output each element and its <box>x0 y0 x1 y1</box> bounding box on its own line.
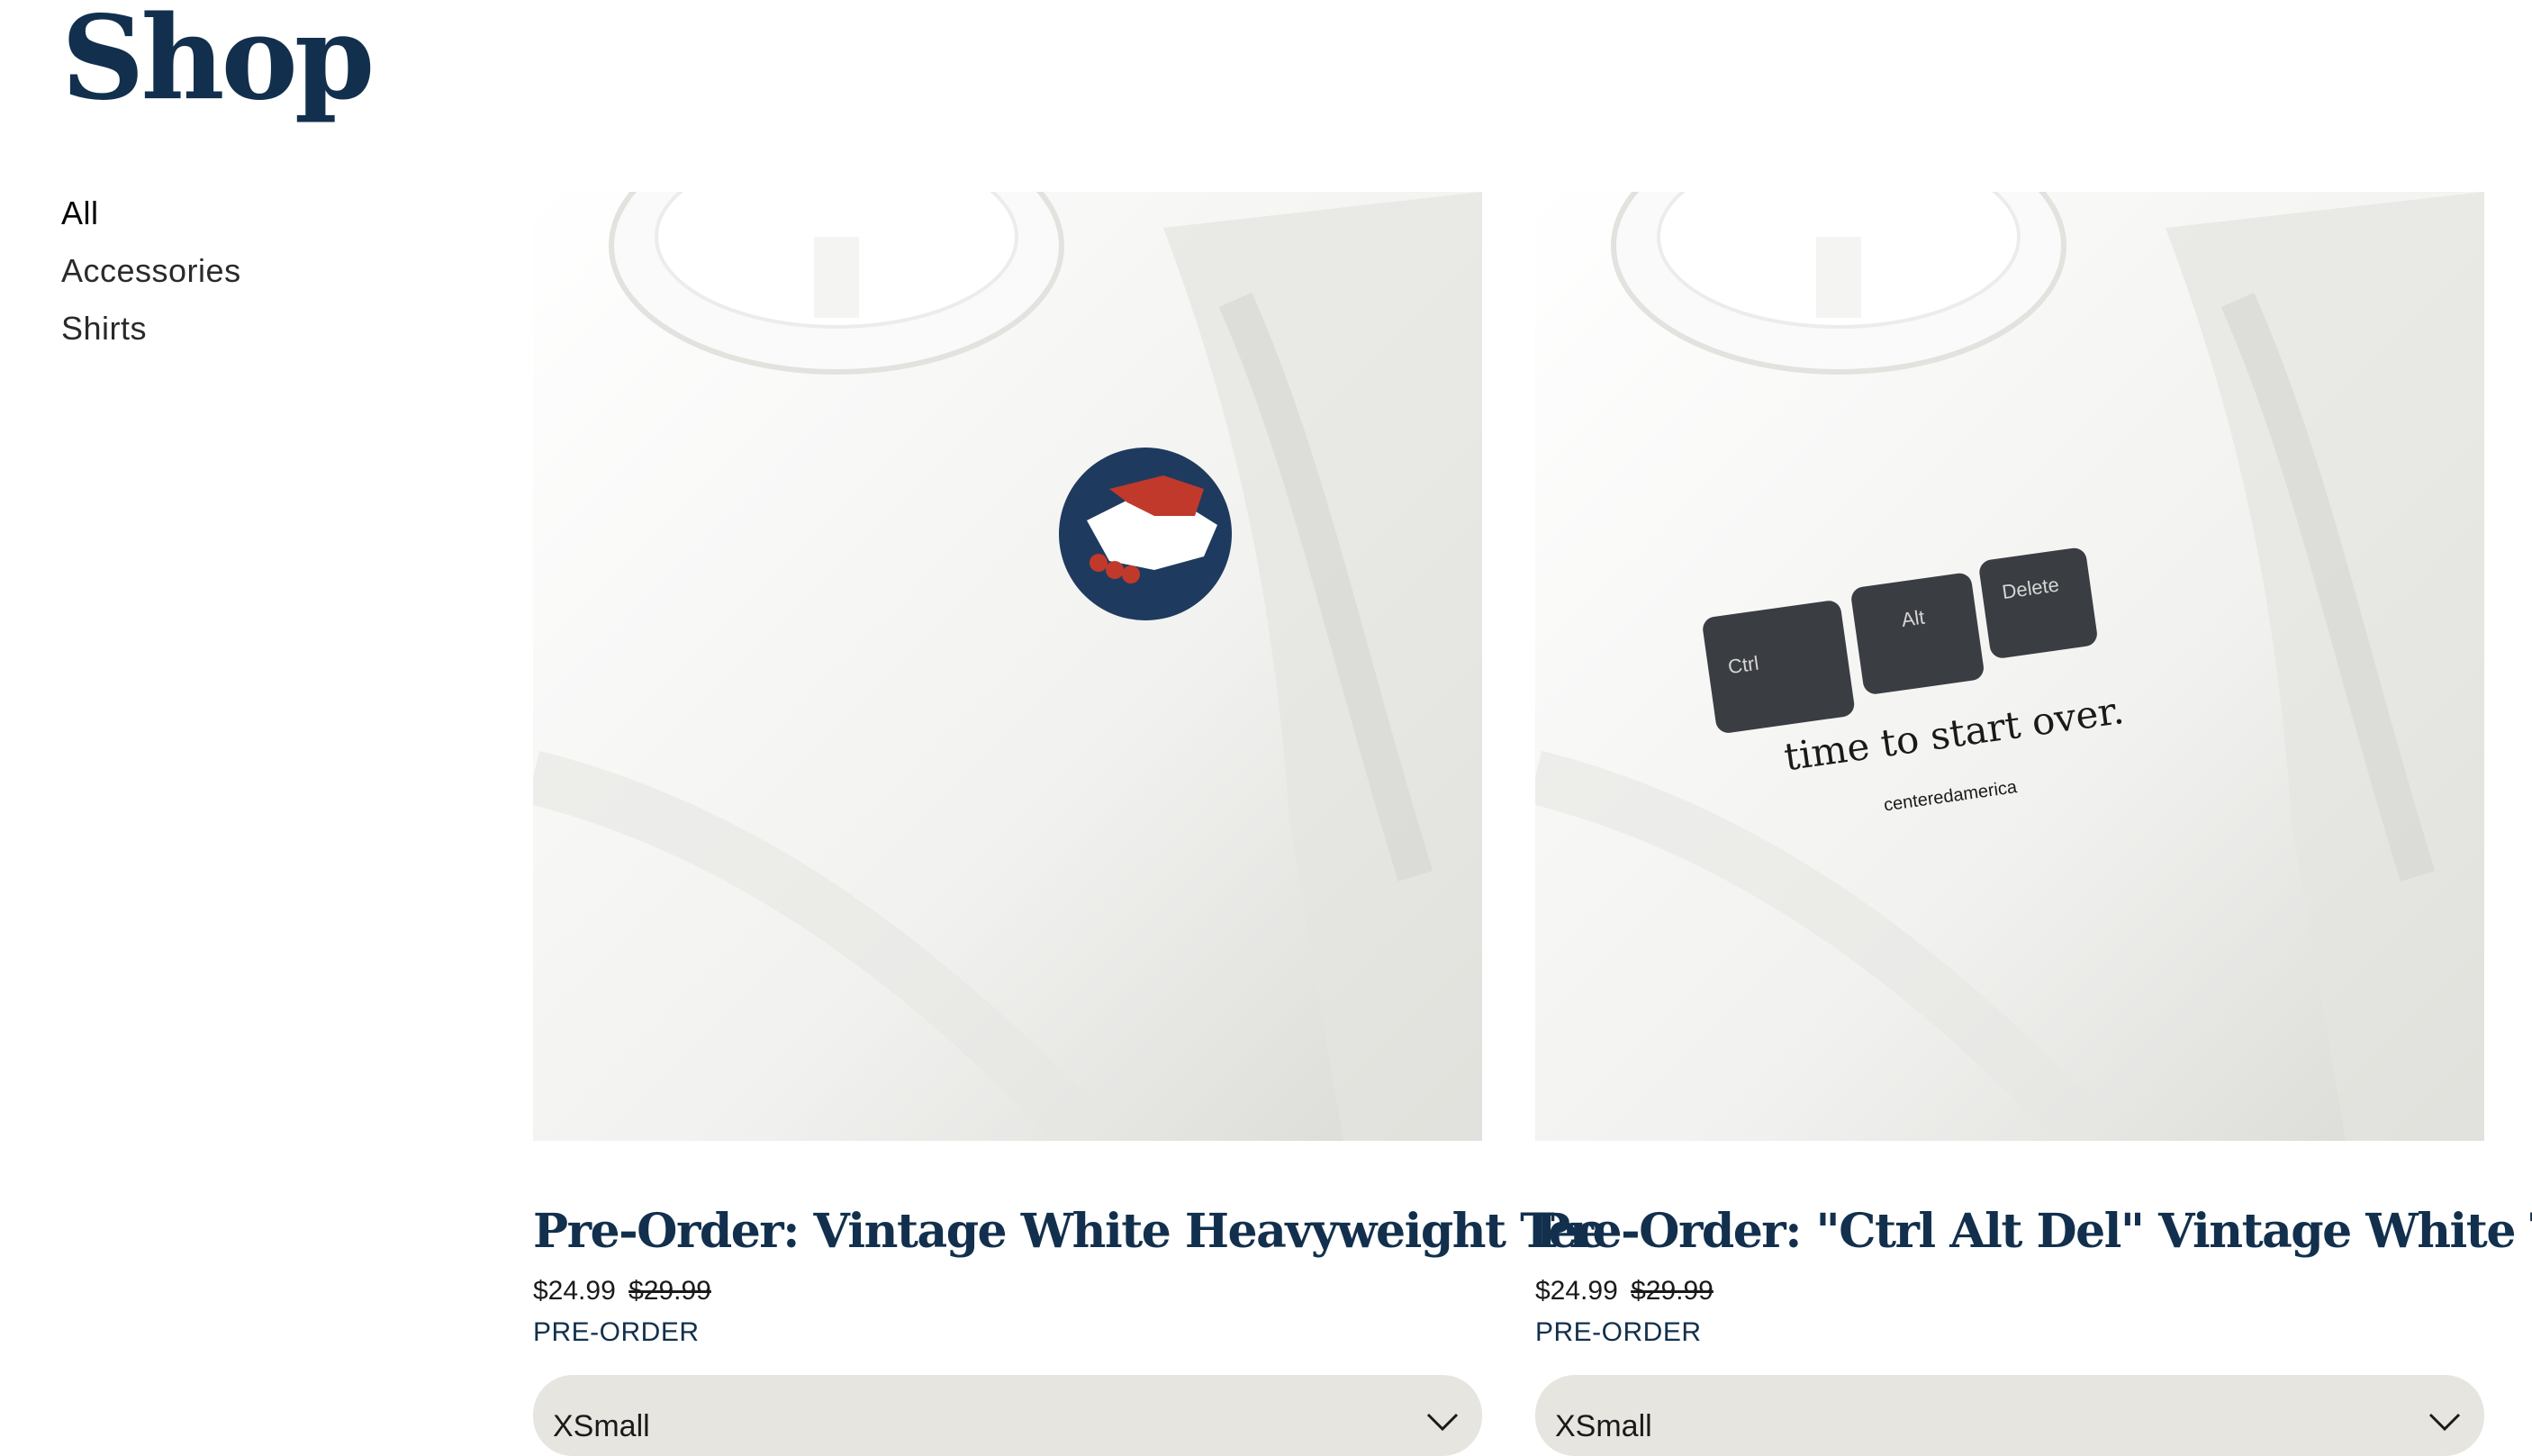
product-name[interactable]: Pre-Order: Vintage White Heavyweight Tee <box>533 1204 1606 1260</box>
product-card[interactable]: Pre-Order: Vintage White Heavyweight Tee… <box>533 192 1606 1456</box>
category-nav: All Accessories Shirts <box>61 185 241 357</box>
category-all[interactable]: All <box>61 185 241 242</box>
price-row: $24.99 $29.99 <box>1535 1276 2484 1307</box>
key-alt: Alt <box>1900 606 1926 631</box>
product-card[interactable]: Ctrl Alt Delete time to start over. cent… <box>1535 192 2532 1456</box>
tshirt-image <box>533 192 1482 1141</box>
compare-price: $29.99 <box>628 1276 711 1307</box>
tshirt-image: Ctrl Alt Delete time to start over. cent… <box>1535 192 2484 1141</box>
handshake-logo <box>1059 448 1232 620</box>
chevron-down-icon <box>1426 1414 1459 1432</box>
product-image[interactable]: Ctrl Alt Delete time to start over. cent… <box>1535 192 2484 1141</box>
category-shirts[interactable]: Shirts <box>61 300 241 357</box>
chevron-down-icon <box>2428 1414 2461 1432</box>
size-value: XSmall <box>1555 1409 1652 1444</box>
price: $24.99 <box>1535 1276 1618 1307</box>
price-row: $24.99 $29.99 <box>533 1276 1482 1307</box>
preorder-badge: PRE-ORDER <box>1535 1317 1702 1348</box>
compare-price: $29.99 <box>1631 1276 1714 1307</box>
page-title: Shop <box>61 0 375 126</box>
product-name[interactable]: Pre-Order: "Ctrl Alt Del" Vintage White … <box>1535 1204 2532 1260</box>
size-select[interactable]: XSmall <box>1535 1375 2484 1456</box>
size-value: XSmall <box>553 1409 650 1444</box>
price: $24.99 <box>533 1276 616 1307</box>
key-ctrl: Ctrl <box>1726 652 1759 679</box>
size-select[interactable]: XSmall <box>533 1375 1482 1456</box>
preorder-badge: PRE-ORDER <box>533 1317 700 1348</box>
category-accessories[interactable]: Accessories <box>61 242 241 300</box>
product-image[interactable] <box>533 192 1482 1141</box>
